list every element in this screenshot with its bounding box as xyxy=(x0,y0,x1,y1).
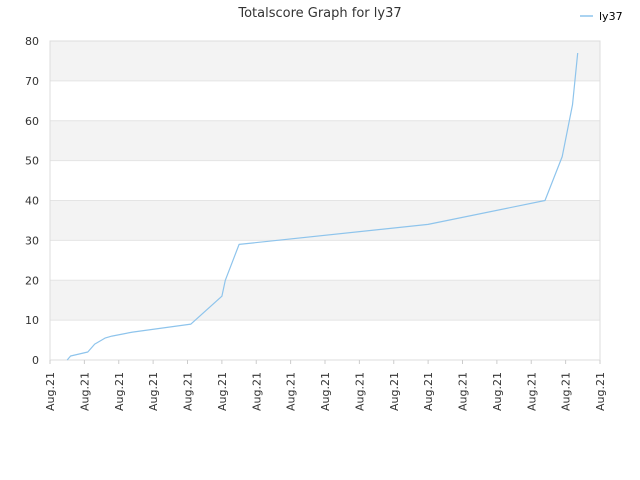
x-tick-label: Aug.21 xyxy=(182,372,195,411)
x-axis: Aug.21 Aug.21 Aug.21 Aug.21 Aug.21 Aug.21 Aug.… xyxy=(44,360,607,411)
y-tick-label: 60 xyxy=(25,115,39,128)
grid-band xyxy=(50,80,600,121)
chart-title: Totalscore Graph for ly37 xyxy=(237,6,401,21)
x-tick-label: Aug.21 xyxy=(78,372,91,411)
x-tick-label: Aug.21 xyxy=(525,372,538,411)
y-tick-label: 20 xyxy=(25,274,39,287)
grid-band xyxy=(50,120,600,161)
x-tick-label: Aug.21 xyxy=(560,372,573,411)
y-tick-label: 40 xyxy=(25,195,39,208)
x-tick-label: Aug.21 xyxy=(594,372,607,411)
x-tick-label: Aug.21 xyxy=(44,372,57,411)
grid-band xyxy=(50,160,600,201)
y-tick-label: 70 xyxy=(25,75,39,88)
x-tick-label: Aug.21 xyxy=(216,372,229,411)
x-tick-label: Aug.21 xyxy=(250,372,263,411)
legend[interactable]: ly37 xyxy=(580,10,623,23)
y-tick-label: 80 xyxy=(25,35,39,48)
x-tick-label: Aug.21 xyxy=(285,372,298,411)
legend-label-ly37: ly37 xyxy=(599,10,623,23)
grid-band xyxy=(50,320,600,360)
x-tick-label: Aug.21 xyxy=(388,372,401,411)
grid-band xyxy=(50,240,600,281)
x-tick-label: Aug.21 xyxy=(147,372,160,411)
x-tick-label: Aug.21 xyxy=(457,372,470,411)
y-tick-label: 0 xyxy=(32,354,39,367)
grid-band xyxy=(50,41,600,81)
x-tick-label: Aug.21 xyxy=(319,372,332,411)
y-tick-label: 50 xyxy=(25,155,39,168)
y-tick-label: 10 xyxy=(25,314,39,327)
x-tick-label: Aug.21 xyxy=(353,372,366,411)
x-tick-label: Aug.21 xyxy=(422,372,435,411)
y-tick-label: 30 xyxy=(25,234,39,247)
grid-band xyxy=(50,280,600,321)
x-tick-label: Aug.21 xyxy=(113,372,126,411)
line-chart: 01020304050607080 Aug.21 Aug.21 Aug.21 Aug.… xyxy=(25,6,623,411)
x-tick-label: Aug.21 xyxy=(491,372,504,411)
y-axis: 0 10 20 30 40 50 60 70 80 xyxy=(25,35,39,367)
